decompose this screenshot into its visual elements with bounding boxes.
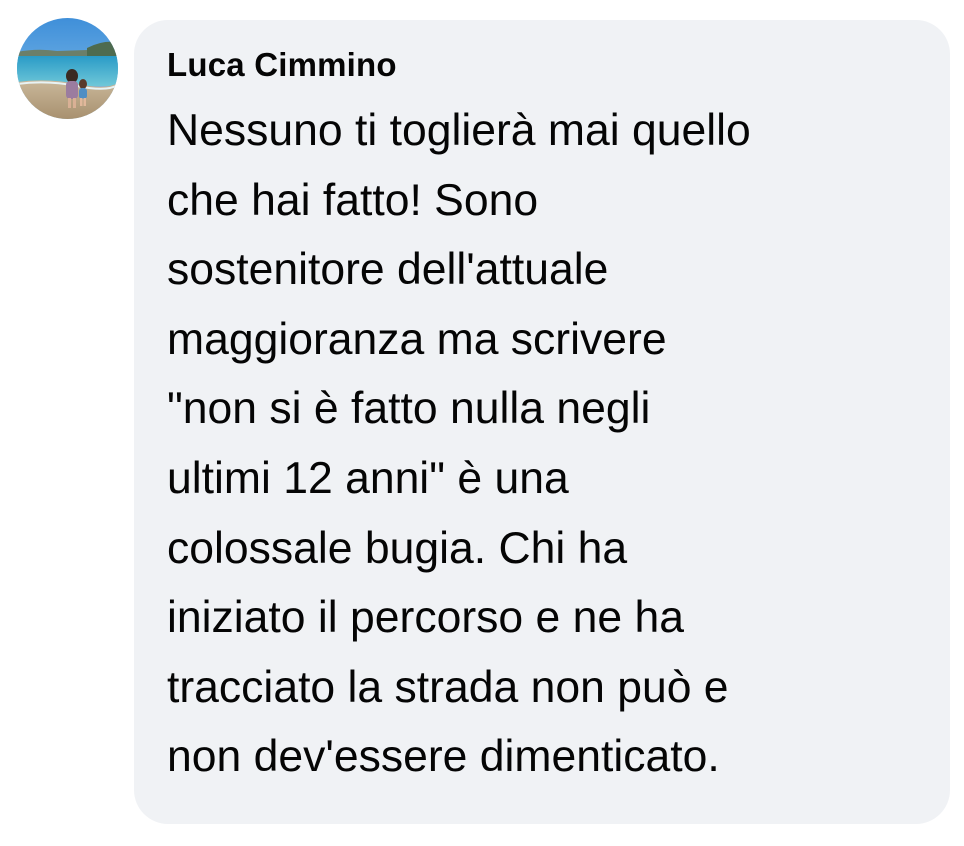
comment-line: tracciato la strada non può e — [167, 662, 729, 712]
comment-author-name[interactable]: Luca Cimmino — [167, 44, 930, 86]
comment-text: Nessuno ti toglierà mai quello che hai f… — [167, 96, 937, 792]
comment-line: ultimi 12 anni" è una — [167, 453, 569, 503]
comment-line: maggioranza ma scrivere — [167, 314, 667, 364]
comment-line: che hai fatto! Sono — [167, 175, 539, 225]
comment-line: "non si è fatto nulla negli — [167, 384, 651, 434]
comment-line: sostenitore dell'attuale — [167, 245, 609, 295]
comment-line: non dev'essere dimenticato. — [167, 732, 720, 782]
avatar[interactable] — [17, 18, 118, 119]
comment-line: colossale bugia. Chi ha — [167, 523, 628, 573]
comment-bubble[interactable]: Luca Cimmino Nessuno ti toglierà mai que… — [134, 20, 950, 824]
beach-photo-avatar-icon — [17, 18, 118, 119]
comment-line: iniziato il percorso e ne ha — [167, 593, 684, 643]
comment-line: Nessuno ti toglierà mai quello — [167, 106, 751, 155]
